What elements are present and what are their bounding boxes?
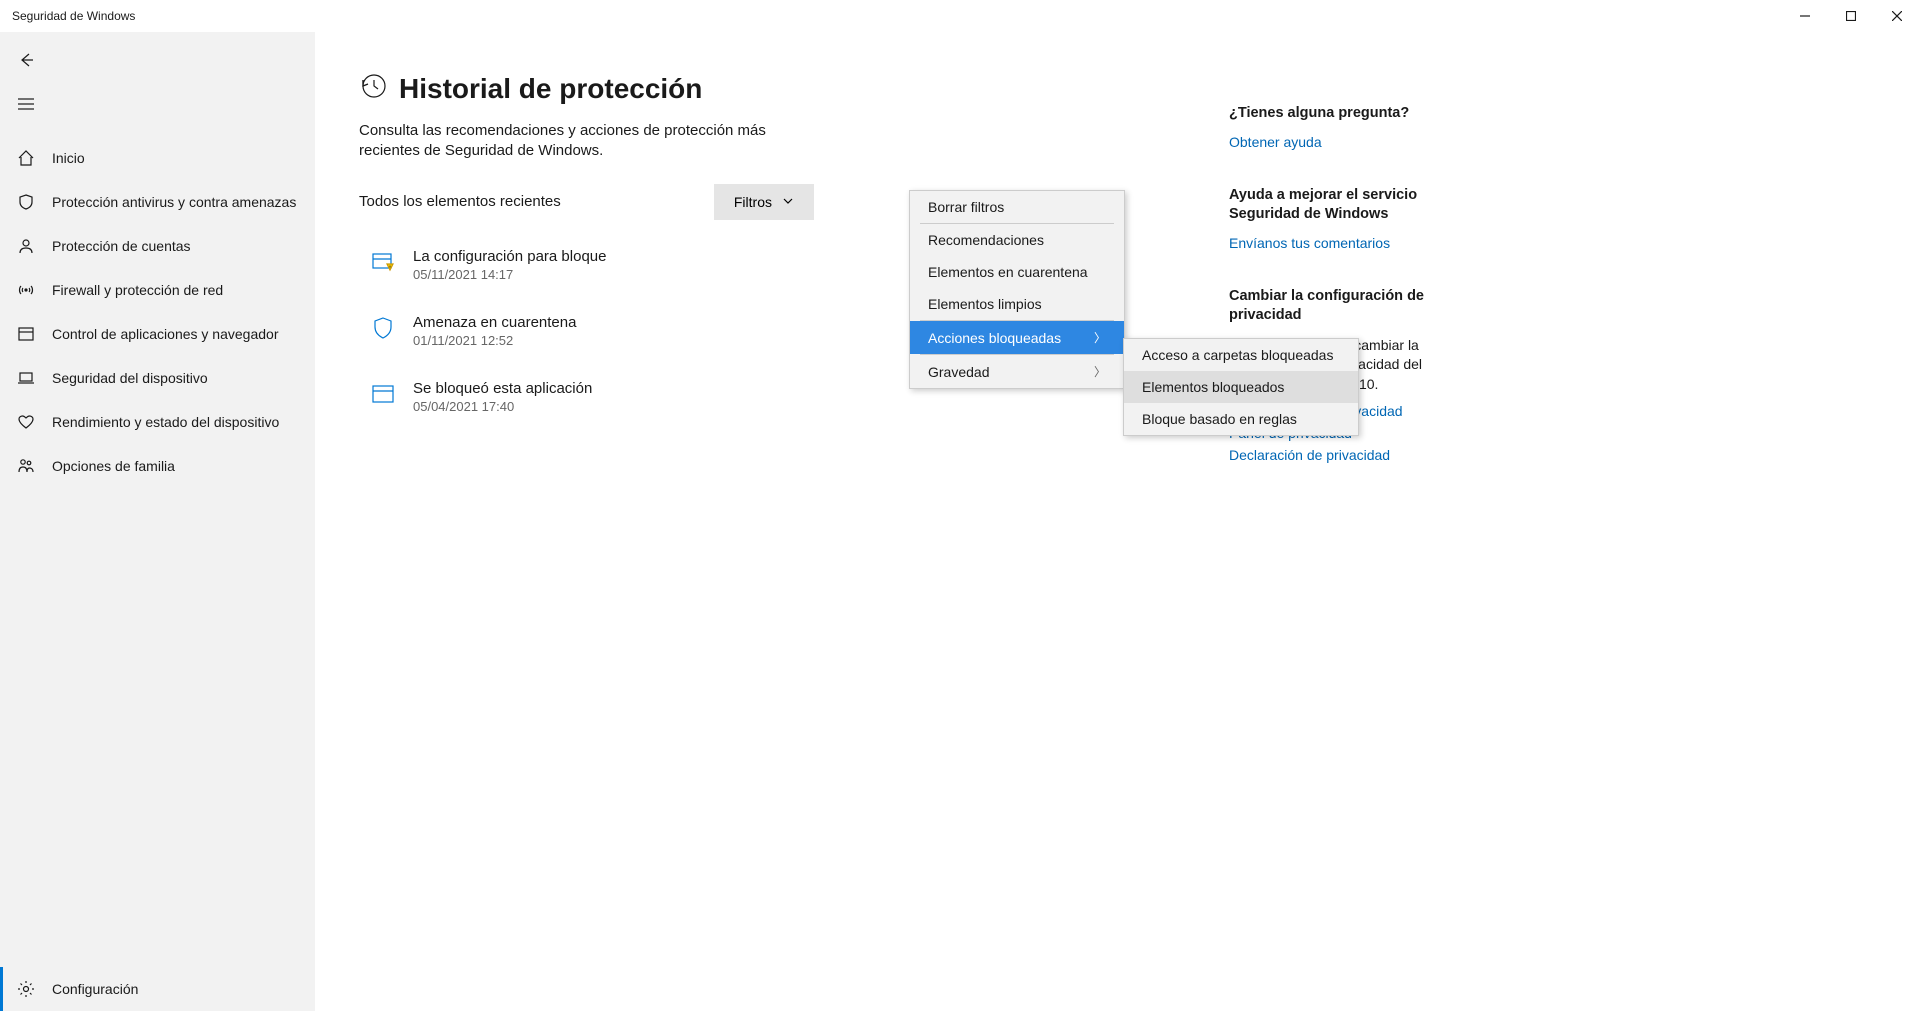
filters-button-label: Filtros (734, 194, 772, 210)
page-title: Historial de protección (399, 73, 702, 105)
sidebar-item-device[interactable]: Seguridad del dispositivo (0, 356, 315, 400)
filters-dropdown: Borrar filtros Recomendaciones Elementos… (909, 190, 1125, 389)
app-block-icon (371, 380, 395, 411)
person-icon (16, 237, 36, 255)
shield-outline-icon (371, 314, 395, 345)
app-warning-icon (371, 248, 395, 279)
sidebar: Inicio Protección antivirus y contra ame… (0, 32, 315, 1011)
blocked-actions-submenu: Acceso a carpetas bloqueadas Elementos b… (1123, 338, 1359, 436)
help-question-heading: ¿Tienes alguna pregunta? (1229, 104, 1489, 124)
heart-icon (16, 413, 36, 431)
settings-label: Configuración (52, 981, 138, 997)
history-item-title: La configuración para bloque (413, 248, 606, 265)
minimize-button[interactable] (1782, 0, 1828, 32)
sidebar-item-appcontrol[interactable]: Control de aplicaciones y navegador (0, 312, 315, 356)
sidebar-item-label: Control de aplicaciones y navegador (52, 326, 278, 342)
sidebar-item-label: Inicio (52, 150, 85, 166)
gear-icon (16, 980, 36, 998)
antenna-icon (16, 281, 36, 299)
chevron-right-icon: 〉 (1094, 329, 1106, 346)
submenu-rule-based[interactable]: Bloque basado en reglas (1124, 403, 1358, 435)
improve-heading: Ayuda a mejorar el servicio Seguridad de… (1229, 186, 1489, 225)
get-help-link[interactable]: Obtener ayuda (1229, 134, 1489, 150)
sidebar-item-label: Protección de cuentas (52, 238, 191, 254)
sidebar-item-account[interactable]: Protección de cuentas (0, 224, 315, 268)
feedback-link[interactable]: Envíanos tus comentarios (1229, 235, 1489, 251)
hamburger-icon (16, 95, 36, 113)
history-item-date: 05/11/2021 14:17 (413, 267, 606, 282)
hamburger-button[interactable] (0, 82, 315, 126)
sidebar-item-settings[interactable]: Configuración (0, 967, 315, 1011)
menu-quarantined[interactable]: Elementos en cuarentena (910, 256, 1124, 288)
menu-recommendations[interactable]: Recomendaciones (910, 224, 1124, 256)
sidebar-item-virus[interactable]: Protección antivirus y contra amenazas (0, 180, 315, 224)
sidebar-item-label: Protección antivirus y contra amenazas (52, 194, 296, 210)
chevron-down-icon (782, 194, 794, 210)
shield-icon (16, 193, 36, 211)
close-button[interactable] (1874, 0, 1920, 32)
sidebar-item-label: Opciones de familia (52, 458, 175, 474)
history-clock-icon (359, 72, 387, 105)
menu-clear-filters[interactable]: Borrar filtros (910, 191, 1124, 223)
sidebar-item-label: Firewall y protección de red (52, 282, 223, 298)
window-controls (1782, 0, 1920, 32)
history-item-title: Amenaza en cuarentena (413, 314, 576, 331)
filters-button[interactable]: Filtros (714, 184, 814, 220)
chevron-right-icon: 〉 (1094, 363, 1106, 380)
back-arrow-icon (16, 51, 36, 69)
page-subtitle: Consulta las recomendaciones y acciones … (359, 121, 829, 162)
filter-scope-label: Todos los elementos recientes (359, 193, 561, 210)
maximize-button[interactable] (1828, 0, 1874, 32)
window-title: Seguridad de Windows (12, 9, 135, 23)
menu-clean[interactable]: Elementos limpios (910, 288, 1124, 320)
submenu-folder-access[interactable]: Acceso a carpetas bloqueadas (1124, 339, 1358, 371)
family-icon (16, 457, 36, 475)
privacy-heading: Cambiar la configuración de privacidad (1229, 287, 1489, 326)
menu-blocked-actions[interactable]: Acciones bloqueadas 〉 (910, 321, 1124, 354)
history-item-date: 01/11/2021 12:52 (413, 333, 576, 348)
sidebar-item-label: Rendimiento y estado del dispositivo (52, 414, 279, 430)
home-icon (16, 149, 36, 167)
submenu-blocked-items[interactable]: Elementos bloqueados (1124, 371, 1358, 403)
sidebar-item-label: Seguridad del dispositivo (52, 370, 208, 386)
history-item-date: 05/04/2021 17:40 (413, 399, 592, 414)
sidebar-item-family[interactable]: Opciones de familia (0, 444, 315, 488)
sidebar-item-home[interactable]: Inicio (0, 136, 315, 180)
menu-severity[interactable]: Gravedad 〉 (910, 355, 1124, 388)
privacy-declaration-link[interactable]: Declaración de privacidad (1229, 447, 1489, 463)
sidebar-item-firewall[interactable]: Firewall y protección de red (0, 268, 315, 312)
laptop-icon (16, 369, 36, 387)
sidebar-item-health[interactable]: Rendimiento y estado del dispositivo (0, 400, 315, 444)
back-button[interactable] (0, 38, 315, 82)
right-sidebar: ¿Tienes alguna pregunta? Obtener ayuda A… (1229, 72, 1489, 1011)
window-icon (16, 325, 36, 343)
titlebar: Seguridad de Windows (0, 0, 1920, 32)
history-item-title: Se bloqueó esta aplicación (413, 380, 592, 397)
main-content: Historial de protección Consulta las rec… (315, 32, 1920, 1011)
